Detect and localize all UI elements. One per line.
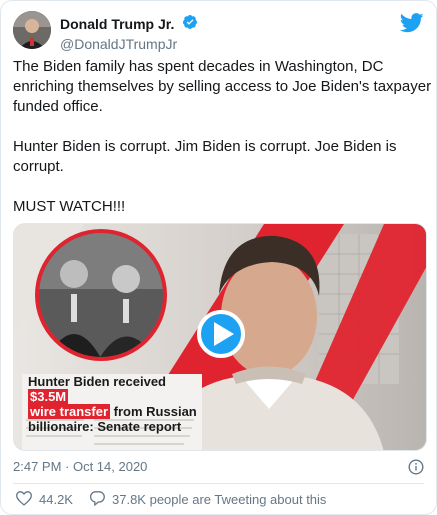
tweet-paragraph: The Biden family has spent decades in Wa…: [13, 58, 432, 115]
reply-bubble-icon: [88, 490, 106, 509]
amount-badge: $3.5M: [28, 389, 69, 404]
video-headline: Hunter Biden received $3.5M wire transfe…: [28, 374, 208, 434]
tweet-paragraph: MUST WATCH!!!: [13, 198, 126, 215]
tweeting-about-text: 37.8K people are Tweeting about this: [112, 492, 327, 507]
tweet-card: Donald Trump Jr. @DonaldJTrumpJr The Bid…: [0, 0, 437, 515]
headline-highlight: wire transfer: [28, 404, 111, 419]
tweet-text: The Biden family has spent decades in Wa…: [13, 57, 433, 237]
divider: [13, 483, 424, 484]
tweet-header: Donald Trump Jr. @DonaldJTrumpJr: [13, 11, 424, 53]
avatar[interactable]: [13, 11, 51, 49]
tweet-actions: 44.2K 37.8K people are Tweeting about th…: [13, 490, 424, 510]
tweet-paragraph: Hunter Biden is corrupt. Jim Biden is co…: [13, 138, 397, 175]
twitter-bird-icon[interactable]: [399, 13, 424, 38]
headline-line1: Hunter Biden received: [28, 374, 166, 389]
author-info: Donald Trump Jr. @DonaldJTrumpJr: [60, 14, 198, 53]
author-handle[interactable]: @DonaldJTrumpJr: [60, 35, 198, 53]
tweet-timestamp[interactable]: 2:47 PM · Oct 14, 2020: [13, 459, 147, 474]
author-display-name[interactable]: Donald Trump Jr.: [60, 16, 174, 33]
like-count: 44.2K: [39, 492, 73, 507]
info-icon[interactable]: [408, 459, 424, 478]
tweeting-about-link[interactable]: 37.8K people are Tweeting about this: [88, 490, 326, 509]
headline-line2-rest: from Russian: [113, 404, 197, 419]
verified-badge-icon: [182, 14, 198, 35]
headline-line3: billionaire: Senate report: [28, 419, 182, 434]
heart-icon: [15, 490, 33, 509]
tweet-meta-row: 2:47 PM · Oct 14, 2020: [13, 459, 424, 477]
like-button[interactable]: 44.2K: [15, 490, 73, 509]
video-thumbnail[interactable]: Hunter Biden received $3.5M wire transfe…: [13, 223, 427, 451]
